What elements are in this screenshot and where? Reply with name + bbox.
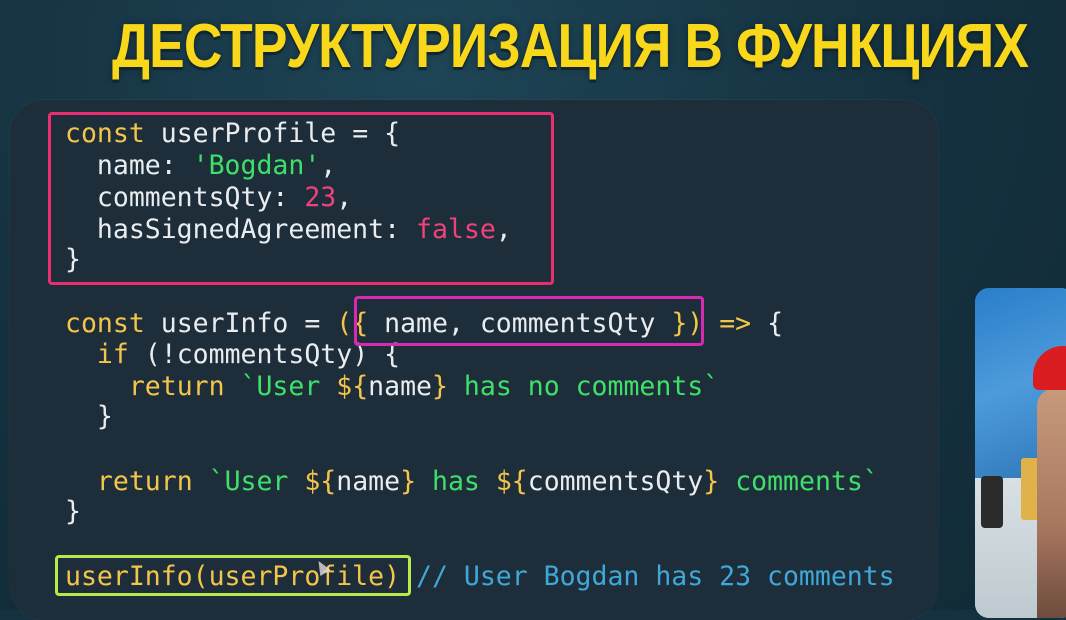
variable: name <box>368 371 432 402</box>
variable: commentsQty <box>527 466 704 497</box>
brace: } <box>96 401 113 432</box>
code-comment: // User Bogdan has 23 comments <box>400 561 895 592</box>
code-line-8: return `User ${name} has no comments` <box>65 371 719 402</box>
keyword: return <box>96 466 193 497</box>
variable: name <box>336 466 401 497</box>
webcam-overlay <box>975 288 1066 618</box>
webcam-object <box>981 476 1003 528</box>
template-string: has no comments` <box>447 371 720 402</box>
keyword: return <box>128 371 225 402</box>
template-string: `User <box>192 466 305 497</box>
code-line-11: } <box>65 496 81 527</box>
condition: (!commentsQty) <box>128 339 385 370</box>
highlight-object-box <box>48 112 554 285</box>
template-string: has <box>416 466 496 497</box>
webcam-presenter <box>1037 388 1066 618</box>
template-string: `User <box>224 371 337 402</box>
interpolation-open: ${ <box>304 466 337 497</box>
interpolation-close: } <box>703 466 720 497</box>
page-title: ДЕСТРУКТУРИЗАЦИЯ В ФУНКЦИЯХ <box>112 12 1029 81</box>
keyword: if <box>96 339 129 370</box>
brace: { <box>767 308 784 339</box>
identifier: userInfo = <box>144 308 337 339</box>
interpolation-open: ${ <box>336 371 369 402</box>
brace: } <box>65 496 81 527</box>
code-line-10: return `User ${name} has ${commentsQty} … <box>65 466 879 497</box>
highlight-params-box <box>354 296 704 346</box>
interpolation-close: } <box>432 371 448 402</box>
paren: ( <box>336 308 353 339</box>
code-line-7: if (!commentsQty) { <box>65 339 400 370</box>
interpolation-close: } <box>400 466 417 497</box>
template-string: comments` <box>719 466 879 497</box>
interpolation-open: ${ <box>495 466 528 497</box>
highlight-call-box <box>55 555 411 596</box>
code-line-9: } <box>65 401 113 432</box>
arrow: => <box>703 308 768 339</box>
keyword: const <box>65 308 145 339</box>
